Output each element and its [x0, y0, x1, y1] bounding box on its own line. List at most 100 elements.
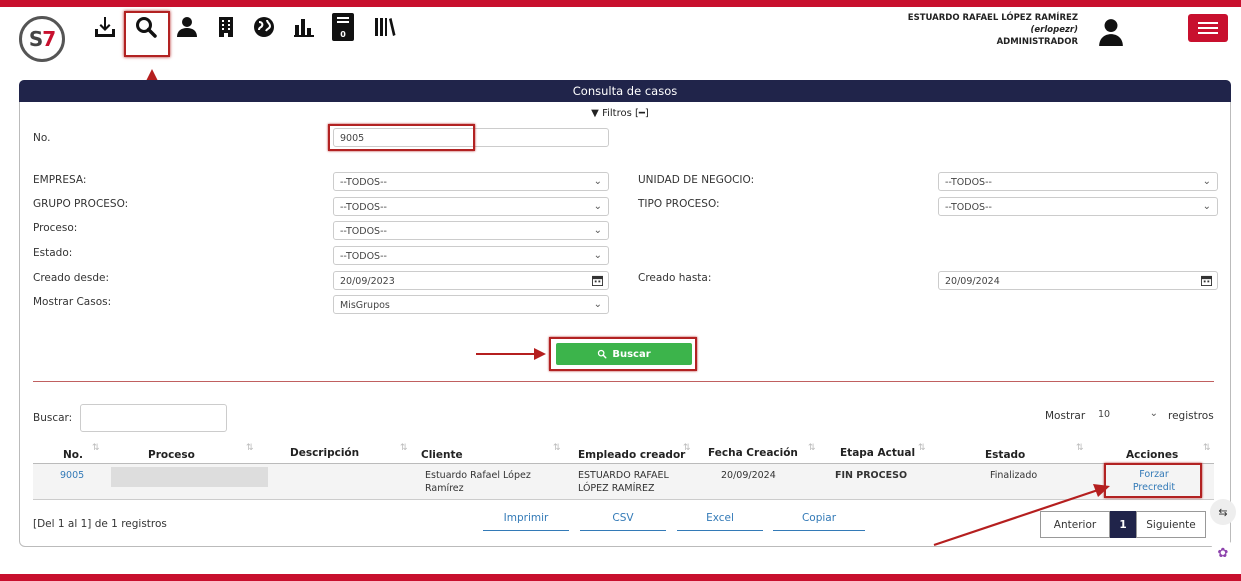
unidad-label: UNIDAD DE NEGOCIO:	[638, 174, 755, 186]
user-info: ESTUARDO RAFAEL LÓPEZ RAMÍREZ (erlopezr)…	[872, 12, 1078, 48]
translate-icon[interactable]: ⇆	[1210, 499, 1236, 525]
menu-bar-icon	[1198, 32, 1218, 34]
section-divider	[33, 381, 1214, 382]
empresa-value: --TODOS--	[340, 177, 387, 188]
annotation-arrow	[476, 353, 536, 355]
col-acciones[interactable]: Acciones	[1126, 449, 1178, 461]
grupo-value: --TODOS--	[340, 202, 387, 213]
chevron-down-icon: ⌄	[593, 225, 602, 236]
tipo-value: --TODOS--	[945, 202, 992, 213]
excel-button[interactable]: Excel	[677, 512, 763, 531]
next-page-button[interactable]: Siguiente	[1136, 511, 1206, 538]
case-number-highlight	[328, 124, 475, 151]
user-login: (erlopezr)	[1030, 25, 1078, 35]
desde-label: Creado desde:	[33, 272, 109, 284]
col-cliente[interactable]: Cliente	[421, 449, 463, 461]
mostrar-select[interactable]: MisGrupos ⌄	[333, 295, 609, 314]
sort-icon: ⇅	[683, 443, 691, 453]
row-empleado-line1: ESTUARDO RAFAEL	[578, 470, 669, 481]
search-button-highlight	[549, 337, 697, 371]
row-empleado-line2: LÓPEZ RAMÍREZ	[578, 483, 655, 494]
case-number-label: No.	[33, 132, 51, 144]
estado-label: Estado:	[33, 247, 73, 259]
empresa-select[interactable]: --TODOS-- ⌄	[333, 172, 609, 191]
chevron-down-icon: ⌄	[1202, 176, 1211, 187]
col-proceso[interactable]: Proceso	[148, 449, 195, 461]
chevron-down-icon: ⌄	[593, 176, 602, 187]
page-size-label: Mostrar	[1045, 410, 1086, 422]
proceso-select[interactable]: --TODOS-- ⌄	[333, 221, 609, 240]
sort-icon: ⇅	[918, 443, 926, 453]
filters-toggle[interactable]: ▼ Filtros [━]	[560, 108, 680, 119]
print-button[interactable]: Imprimir	[483, 512, 569, 531]
user-avatar-icon[interactable]	[1098, 18, 1124, 46]
app-logo[interactable]: S7	[19, 16, 65, 62]
hasta-value: 20/09/2024	[945, 276, 1000, 287]
calendar-icon	[1201, 275, 1212, 286]
sort-icon: ⇅	[1076, 443, 1084, 453]
calendar-icon	[592, 275, 603, 286]
sort-icon: ⇅	[553, 443, 561, 453]
download-icon[interactable]	[92, 14, 118, 40]
row-empleado: ESTUARDO RAFAEL LÓPEZ RAMÍREZ	[578, 469, 669, 495]
col-fecha[interactable]: Fecha Creación	[708, 447, 798, 459]
estado-select[interactable]: --TODOS-- ⌄	[333, 246, 609, 265]
proceso-value: --TODOS--	[340, 226, 387, 237]
col-descripcion[interactable]: Descripción	[290, 447, 359, 459]
empresa-label: EMPRESA:	[33, 174, 87, 186]
bottom-red-bar	[0, 574, 1241, 581]
mostrar-value: MisGrupos	[340, 300, 390, 311]
col-empleado[interactable]: Empleado creador	[578, 449, 685, 461]
row-cliente: Estuardo Rafael López Ramírez	[425, 469, 531, 495]
tipo-select[interactable]: --TODOS-- ⌄	[938, 197, 1218, 216]
user-name: ESTUARDO RAFAEL LÓPEZ RAMÍREZ	[907, 13, 1078, 23]
hamburger-menu-button[interactable]	[1188, 14, 1228, 42]
hasta-date-input[interactable]: 20/09/2024	[938, 271, 1218, 290]
table-search-input[interactable]	[80, 404, 227, 432]
page-size-suffix: registros	[1168, 410, 1214, 422]
annotation-arrow-diagonal	[933, 484, 1110, 547]
chevron-down-icon: ⌄	[593, 201, 602, 212]
globe-icon[interactable]	[251, 14, 277, 40]
proceso-label: Proceso:	[33, 222, 78, 234]
csv-button[interactable]: CSV	[580, 512, 666, 531]
grupo-select[interactable]: --TODOS-- ⌄	[333, 197, 609, 216]
filter-icon: ▼	[591, 108, 599, 119]
chevron-down-icon: ⌄	[1149, 408, 1158, 419]
col-etapa[interactable]: Etapa Actual	[840, 447, 915, 459]
building-icon[interactable]	[213, 14, 239, 40]
sort-icon: ⇅	[1203, 443, 1211, 453]
page-size-select[interactable]: 10 ⌄	[1092, 405, 1164, 427]
table-search-label: Buscar:	[33, 412, 73, 424]
chevron-down-icon: ⌄	[1202, 201, 1211, 212]
top-red-bar	[0, 0, 1241, 7]
row-etapa: FIN PROCESO	[835, 470, 908, 481]
user-icon[interactable]	[174, 14, 200, 40]
library-icon[interactable]	[372, 14, 398, 40]
bar-chart-icon[interactable]	[291, 14, 317, 40]
mostrar-label: Mostrar Casos:	[33, 296, 112, 308]
logo-letter: S	[28, 27, 43, 51]
grupo-label: GRUPO PROCESO:	[33, 198, 129, 210]
action-highlight	[1104, 463, 1202, 498]
filters-label: Filtros [	[602, 108, 639, 119]
col-estado[interactable]: Estado	[985, 449, 1025, 461]
col-no[interactable]: No.	[63, 449, 83, 461]
menu-bar-icon	[1198, 27, 1218, 29]
chevron-down-icon: ⌄	[593, 250, 602, 261]
notification-box: 0	[332, 13, 354, 41]
annotation-arrowhead	[534, 348, 546, 360]
unidad-value: --TODOS--	[945, 177, 992, 188]
desde-date-input[interactable]: 20/09/2023	[333, 271, 609, 290]
desde-value: 20/09/2023	[340, 276, 395, 287]
estado-value: --TODOS--	[340, 251, 387, 262]
assistant-brain-icon[interactable]: ✿	[1210, 540, 1236, 566]
panel-title: Consulta de casos	[19, 80, 1231, 102]
sort-icon: ⇅	[400, 443, 408, 453]
copy-button[interactable]: Copiar	[773, 512, 865, 531]
logo-number: 7	[42, 27, 56, 51]
table-info: [Del 1 al 1] de 1 registros	[33, 518, 167, 530]
row-no-link[interactable]: 9005	[60, 469, 84, 482]
notification-icon[interactable]: 0	[331, 12, 355, 42]
unidad-select[interactable]: --TODOS-- ⌄	[938, 172, 1218, 191]
